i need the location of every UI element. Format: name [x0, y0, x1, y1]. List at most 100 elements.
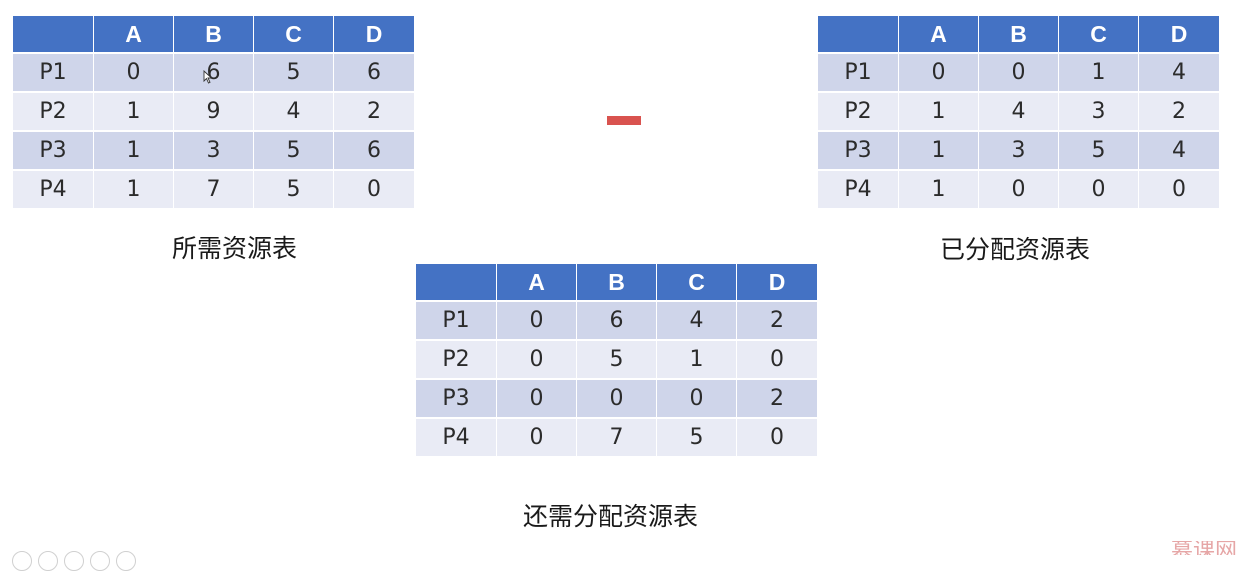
- cell-b: 7: [174, 171, 254, 210]
- cell-b: 0: [577, 380, 657, 419]
- cell-b: 6: [174, 54, 254, 93]
- header-corner: [13, 16, 94, 54]
- cell-b: 4: [979, 93, 1059, 132]
- cell-c: 3: [1059, 93, 1139, 132]
- cell-d: 6: [334, 132, 415, 171]
- cell-d: 0: [737, 341, 818, 380]
- row-label: P4: [818, 171, 899, 210]
- header-corner: [818, 16, 899, 54]
- cell-b: 3: [174, 132, 254, 171]
- remaining-table: A B C D P1 0 6 4 2 P2 0 5 1 0 P3 0 0 0 2: [416, 264, 818, 458]
- cell-a: 1: [94, 171, 174, 210]
- control-dot-icon: [64, 551, 84, 571]
- row-label: P1: [416, 302, 497, 341]
- minus-operator-icon: [607, 116, 641, 125]
- control-dot-icon: [12, 551, 32, 571]
- header-c: C: [1059, 16, 1139, 54]
- cell-b: 0: [979, 171, 1059, 210]
- header-c: C: [657, 264, 737, 302]
- row-label: P2: [416, 341, 497, 380]
- header-b: B: [577, 264, 657, 302]
- row-label: P3: [818, 132, 899, 171]
- row-label: P2: [818, 93, 899, 132]
- header-d: D: [334, 16, 415, 54]
- table-header-row: A B C D: [416, 264, 818, 302]
- cell-a: 0: [497, 302, 577, 341]
- cell-c: 1: [657, 341, 737, 380]
- row-label: P3: [416, 380, 497, 419]
- table-row: P4 1 0 0 0: [818, 171, 1220, 210]
- allocated-table: A B C D P1 0 0 1 4 P2 1 4 3 2 P3 1 3 5 4: [818, 16, 1220, 210]
- table-row: P2 1 4 3 2: [818, 93, 1220, 132]
- need-table: A B C D P1 0 6 5 6 P2 1 9 4 2 P3 1 3 5 6: [13, 16, 415, 210]
- cell-c: 4: [657, 302, 737, 341]
- allocated-table-caption: 已分配资源表: [940, 235, 1091, 264]
- cell-a: 0: [497, 341, 577, 380]
- cell-d: 6: [334, 54, 415, 93]
- table-row: P4 1 7 5 0: [13, 171, 415, 210]
- cell-b: 7: [577, 419, 657, 458]
- cell-b: 6: [577, 302, 657, 341]
- row-label: P2: [13, 93, 94, 132]
- table-header-row: A B C D: [818, 16, 1220, 54]
- cell-c: 4: [254, 93, 334, 132]
- mouse-cursor-icon: [203, 70, 213, 84]
- header-d: D: [1139, 16, 1220, 54]
- cell-a: 1: [94, 132, 174, 171]
- cell-d: 2: [737, 302, 818, 341]
- cell-a: 1: [899, 132, 979, 171]
- cell-c: 1: [1059, 54, 1139, 93]
- cell-c: 5: [254, 132, 334, 171]
- cell-d: 2: [334, 93, 415, 132]
- control-dot-icon: [116, 551, 136, 571]
- cell-b: 9: [174, 93, 254, 132]
- header-a: A: [497, 264, 577, 302]
- player-controls-partial: [12, 551, 136, 571]
- table-row: P2 0 5 1 0: [416, 341, 818, 380]
- cell-d: 4: [1139, 132, 1220, 171]
- control-dot-icon: [90, 551, 110, 571]
- table-row: P4 0 7 5 0: [416, 419, 818, 458]
- header-c: C: [254, 16, 334, 54]
- table-row: P1 0 6 4 2: [416, 302, 818, 341]
- cell-c: 5: [1059, 132, 1139, 171]
- table-row: P2 1 9 4 2: [13, 93, 415, 132]
- row-label: P1: [13, 54, 94, 93]
- cell-d: 4: [1139, 54, 1220, 93]
- cell-c: 0: [1059, 171, 1139, 210]
- table-row: P3 1 3 5 6: [13, 132, 415, 171]
- cell-d: 0: [334, 171, 415, 210]
- watermark-logo: 慕课网: [1170, 541, 1237, 555]
- cell-a: 1: [899, 171, 979, 210]
- need-table-caption: 所需资源表: [172, 234, 298, 263]
- remaining-table-caption: 还需分配资源表: [523, 502, 699, 531]
- header-b: B: [174, 16, 254, 54]
- header-b: B: [979, 16, 1059, 54]
- cell-d: 0: [737, 419, 818, 458]
- cell-d: 0: [1139, 171, 1220, 210]
- table-row: P1 0 6 5 6: [13, 54, 415, 93]
- table-row: P3 0 0 0 2: [416, 380, 818, 419]
- row-label: P4: [416, 419, 497, 458]
- cell-b: 3: [979, 132, 1059, 171]
- cell-a: 0: [497, 419, 577, 458]
- header-corner: [416, 264, 497, 302]
- header-a: A: [899, 16, 979, 54]
- row-label: P3: [13, 132, 94, 171]
- cell-a: 1: [899, 93, 979, 132]
- cell-c: 5: [254, 54, 334, 93]
- cell-a: 0: [94, 54, 174, 93]
- cell-a: 0: [899, 54, 979, 93]
- header-d: D: [737, 264, 818, 302]
- cell-b: 0: [979, 54, 1059, 93]
- row-label: P1: [818, 54, 899, 93]
- cell-a: 1: [94, 93, 174, 132]
- table-row: P3 1 3 5 4: [818, 132, 1220, 171]
- header-a: A: [94, 16, 174, 54]
- row-label: P4: [13, 171, 94, 210]
- cell-c: 5: [657, 419, 737, 458]
- cell-b: 5: [577, 341, 657, 380]
- table-header-row: A B C D: [13, 16, 415, 54]
- table-row: P1 0 0 1 4: [818, 54, 1220, 93]
- cell-a: 0: [497, 380, 577, 419]
